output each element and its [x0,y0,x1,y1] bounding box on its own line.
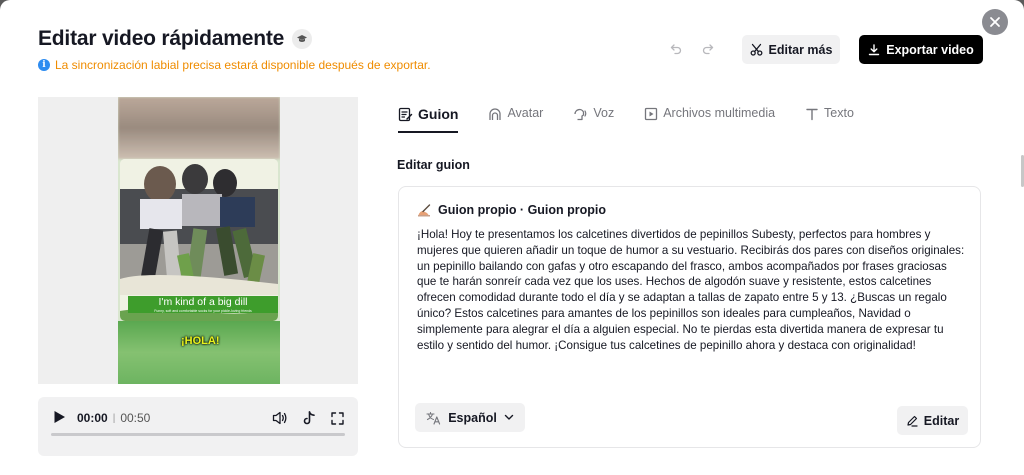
volume-icon [272,411,287,425]
export-video-button[interactable]: Exportar video [859,35,983,64]
video-preview: I'm kind of a big dill Funny, soft and c… [38,97,358,384]
video-blurred-bottom: ¡HOLA! [118,321,280,384]
fullscreen-button[interactable] [328,409,346,427]
play-icon [54,411,65,423]
duration: 00:50 [120,411,151,425]
chevron-down-icon [504,414,514,420]
time-separator: | [112,412,116,424]
info-icon: i [38,59,50,71]
tutorial-badge[interactable] [292,29,313,49]
video-frame[interactable]: I'm kind of a big dill Funny, soft and c… [118,97,280,384]
edit-script-heading: Editar guion [397,158,470,172]
lip-sync-notice: i La sincronización labial precisa estar… [38,58,431,72]
edit-script-label: Editar [923,413,960,428]
script-source: Guion propio · Guion propio [417,203,606,217]
language-label: Español [448,410,497,425]
current-time: 00:00 [77,411,108,425]
edit-video-modal: Editar video rápidamente i La sincroniza… [0,0,1024,475]
edit-script-button[interactable]: Editar [897,406,968,435]
tab-text-label: Texto [824,106,854,120]
close-button[interactable] [982,9,1008,35]
play-button[interactable] [53,410,66,429]
page-title: Editar video rápidamente [38,27,285,50]
avatar-icon [489,108,502,120]
undo-icon [670,44,682,55]
export-video-label: Exportar video [886,42,974,57]
product-image: I'm kind of a big dill Funny, soft and c… [120,159,278,321]
tiktok-icon [303,410,315,424]
progress-bar[interactable] [51,433,345,436]
voice-icon [574,108,587,121]
scissors-icon [750,43,762,56]
tiktok-button[interactable] [300,409,318,427]
close-icon [990,17,1000,27]
language-selector[interactable]: Español [415,403,525,432]
download-icon [869,43,880,55]
tab-voice-label: Voz [593,106,615,120]
video-blurred-top [118,97,280,159]
tab-script-label: Guion [418,106,459,122]
editor-tabs: Guion Avatar Voz Archivos multimedia Tex… [398,106,884,133]
edit-more-label: Editar más [768,42,833,57]
graduation-cap-icon [297,35,308,42]
tab-avatar[interactable]: Avatar [488,106,543,133]
product-banner-subtext: Funny, soft and comfortable socks for yo… [154,309,252,313]
redo-button[interactable] [700,41,716,57]
time-display: 00:00 | 00:50 [77,411,150,425]
edit-more-button[interactable]: Editar más [742,35,840,64]
writing-hand-icon [418,204,431,217]
media-icon [645,107,658,121]
tab-avatar-label: Avatar [507,106,544,120]
script-icon [398,107,413,122]
undo-button[interactable] [668,41,684,57]
tab-script[interactable]: Guion [398,106,459,133]
script-card: Guion propio · Guion propio ¡Hola! Hoy t… [398,186,981,448]
script-text[interactable]: ¡Hola! Hoy te presentamos los calcetines… [417,227,965,353]
video-player-controls: 00:00 | 00:50 [38,397,358,456]
lip-sync-notice-text: La sincronización labial precisa estará … [55,58,431,72]
caption-text: ¡HOLA! [181,335,220,347]
tab-media[interactable]: Archivos multimedia [644,106,775,133]
script-source-label: Guion propio · Guion propio [438,203,607,217]
fullscreen-icon [330,411,344,425]
redo-icon [702,44,714,55]
translate-icon [426,411,441,425]
tab-text[interactable]: Texto [805,106,854,133]
tab-voice[interactable]: Voz [573,106,614,133]
tab-media-label: Archivos multimedia [663,106,776,120]
pencil-icon [907,415,918,427]
text-icon [806,108,818,121]
volume-button[interactable] [271,409,289,427]
title-row: Editar video rápidamente [38,27,313,51]
